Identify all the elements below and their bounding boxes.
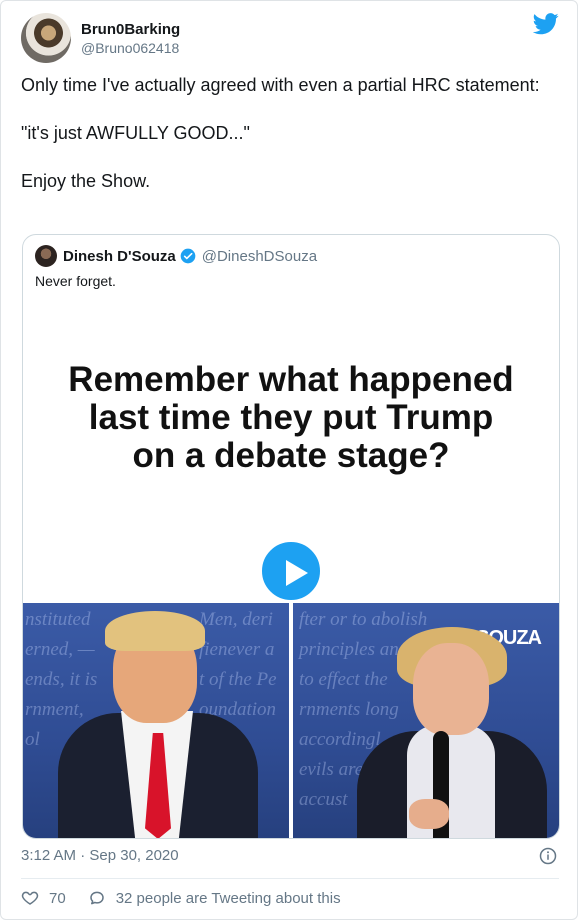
heart-icon[interactable]: [21, 889, 39, 907]
figure-head-right: [413, 643, 489, 735]
tweet-line-1: Only time I've actually agreed with even…: [21, 75, 540, 95]
avatar[interactable]: [21, 13, 71, 63]
info-icon[interactable]: [539, 847, 557, 865]
tweet-header: Brun0Barking @Bruno062418: [21, 13, 180, 63]
quoted-display-name: Dinesh D'Souza: [63, 247, 176, 265]
reply-bubble-icon[interactable]: [88, 889, 106, 907]
tweet-line-2: "it's just AWFULLY GOOD...": [21, 123, 250, 143]
tweet-timestamp[interactable]: 3:12 AM · Sep 30, 2020: [21, 847, 179, 864]
play-button[interactable]: [259, 539, 323, 603]
quoted-handle: @DineshDSouza: [201, 247, 318, 265]
quoted-tweet[interactable]: Dinesh D'Souza @DineshDSouza Never forge…: [22, 234, 560, 839]
video-frame-left: nstituted erned, — ends, it is rnment, o…: [23, 603, 289, 838]
divider: [21, 878, 559, 879]
figure-hand: [409, 799, 449, 829]
tweet-line-3: Enjoy the Show.: [21, 171, 151, 191]
verified-badge-icon: [180, 248, 196, 264]
quoted-text: Never forget.: [35, 273, 116, 289]
tweet-body: Only time I've actually agreed with even…: [21, 73, 561, 217]
video-headline: Remember what happened last time they pu…: [23, 361, 559, 475]
user-handle[interactable]: @Bruno062418: [81, 39, 180, 57]
quoted-header: Dinesh D'Souza @DineshDSouza: [35, 245, 317, 267]
figure-hair: [105, 611, 205, 651]
author-names: Brun0Barking @Bruno062418: [81, 20, 180, 57]
headline-line-1: Remember what happened: [68, 360, 514, 399]
headline-line-2: last time they put Trump: [88, 398, 494, 437]
headline-line-3: on a debate stage?: [132, 436, 450, 475]
tweet-actions: 70 32 people are Tweeting about this: [21, 889, 341, 907]
quoted-video[interactable]: Remember what happened last time they pu…: [23, 307, 559, 838]
tweeting-about-link[interactable]: 32 people are Tweeting about this: [116, 890, 341, 907]
twitter-bird-icon[interactable]: [533, 13, 559, 35]
quoted-avatar: [35, 245, 57, 267]
display-name[interactable]: Brun0Barking: [81, 20, 180, 39]
like-count[interactable]: 70: [49, 890, 66, 907]
video-frame-right: fter or to abolish principles an to effe…: [293, 603, 559, 838]
tweet-card: Brun0Barking @Bruno062418 Only time I've…: [0, 0, 578, 920]
